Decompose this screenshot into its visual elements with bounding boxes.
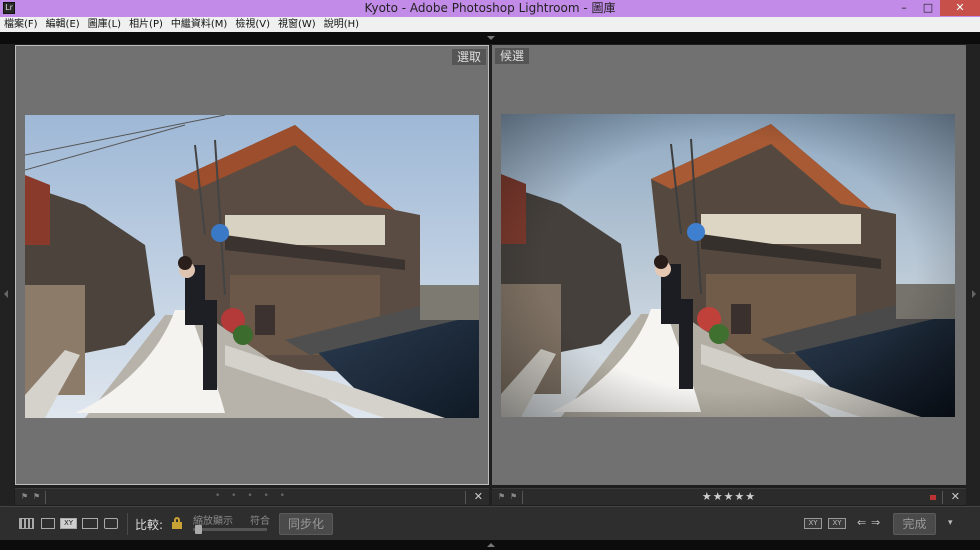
zoom-slider[interactable] [193, 525, 267, 534]
menu-window[interactable]: 視窗(W) [278, 17, 316, 32]
minimize-button[interactable]: – [892, 0, 916, 16]
compare-view-icon[interactable]: XY [60, 518, 77, 529]
expand-left-panel-icon[interactable] [4, 290, 8, 298]
title-bar: Lr Kyoto - Adobe Photoshop Lightroom - 圖… [0, 0, 980, 17]
color-label-red-icon[interactable] [930, 495, 936, 500]
select-pane-footer: ⚑ ⚑ • • • • • ✕ [15, 488, 489, 505]
right-panel-strip[interactable] [966, 44, 980, 506]
select-photo-image [25, 115, 479, 418]
fit-label[interactable]: 符合 [250, 512, 270, 527]
survey-view-icon[interactable] [82, 518, 98, 529]
top-panel-strip[interactable] [0, 32, 980, 44]
select-rating-dots[interactable]: • • • • • [15, 491, 489, 501]
expand-right-panel-icon[interactable] [972, 290, 976, 298]
grid-view-icon[interactable] [19, 518, 34, 529]
candidate-pane-footer: ⚑ ⚑ ★★★★★ ✕ [492, 488, 966, 505]
toolbar: XY 比較: 縮放顯示 符合 同步化 XY XY ⇐ ⇒ 完成 ▾ [0, 506, 980, 540]
expand-filmstrip-icon[interactable] [487, 543, 495, 547]
candidate-photo-image [501, 114, 955, 417]
footer-separator [942, 491, 943, 504]
menu-library[interactable]: 圖庫(L) [88, 17, 121, 32]
swap-icon[interactable]: XY [804, 518, 822, 529]
close-button[interactable]: ✕ [940, 0, 980, 16]
candidate-star-rating[interactable]: ★★★★★ [492, 490, 966, 503]
maximize-button[interactable]: □ [916, 0, 940, 16]
lightroom-window: Lr Kyoto - Adobe Photoshop Lightroom - 圖… [0, 0, 980, 550]
loupe-view-icon[interactable] [41, 518, 55, 529]
candidate-label: 候選 [495, 48, 530, 64]
footer-separator [465, 491, 466, 504]
menu-edit[interactable]: 編輯(E) [46, 17, 80, 32]
select-photo[interactable] [25, 115, 479, 418]
toolbar-separator [127, 513, 128, 535]
select-close-icon[interactable]: ✕ [474, 490, 483, 503]
previous-arrow-icon[interactable]: ⇐ [857, 516, 866, 529]
lock-body [172, 522, 182, 529]
sync-button[interactable]: 同步化 [279, 513, 333, 535]
people-view-icon[interactable] [104, 518, 118, 529]
menu-file[interactable]: 檔案(F) [4, 17, 38, 32]
menu-help[interactable]: 說明(H) [324, 17, 359, 32]
next-arrow-icon[interactable]: ⇒ [871, 516, 880, 529]
select-label: 選取 [451, 49, 486, 65]
zoom-slider-thumb[interactable] [195, 525, 202, 534]
candidate-pane[interactable]: 候選 [492, 45, 966, 485]
collapse-top-panel-icon[interactable] [487, 36, 495, 40]
candidate-photo[interactable] [501, 114, 955, 417]
candidate-close-icon[interactable]: ✕ [951, 490, 960, 503]
left-panel-strip[interactable] [0, 44, 14, 506]
lock-icon[interactable] [172, 517, 182, 529]
menu-metadata[interactable]: 中繼資料(M) [171, 17, 227, 32]
bottom-panel-strip[interactable] [0, 540, 980, 550]
make-select-icon[interactable]: XY [828, 518, 846, 529]
select-pane[interactable]: 選取 [15, 45, 489, 485]
window-controls: – □ ✕ [892, 0, 980, 17]
done-button[interactable]: 完成 [893, 513, 936, 535]
menu-view[interactable]: 檢視(V) [235, 17, 270, 32]
toolbar-menu-icon[interactable]: ▾ [948, 518, 953, 528]
compare-label: 比較: [135, 518, 164, 532]
menu-bar: 檔案(F) 編輯(E) 圖庫(L) 相片(P) 中繼資料(M) 檢視(V) 視窗… [0, 17, 980, 32]
window-title: Kyoto - Adobe Photoshop Lightroom - 圖庫 [364, 1, 616, 15]
menu-photo[interactable]: 相片(P) [129, 17, 163, 32]
